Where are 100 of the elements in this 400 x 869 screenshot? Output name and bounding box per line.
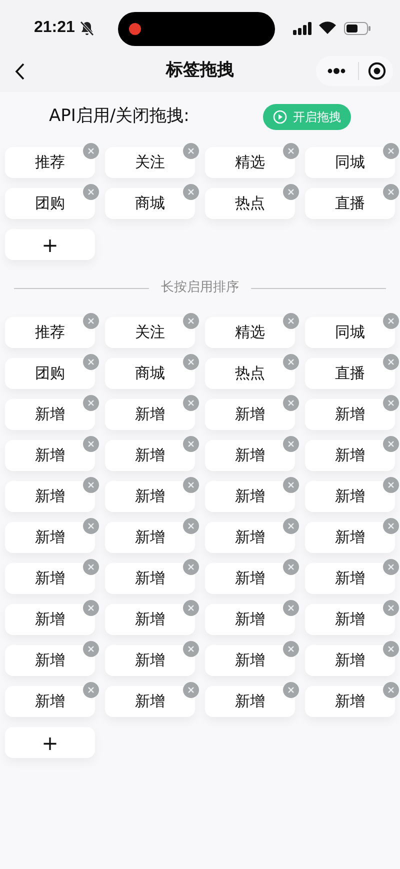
tag-chip[interactable]: 新增 (205, 522, 295, 553)
close-icon[interactable] (383, 600, 399, 616)
tag-chip[interactable]: 新增 (305, 563, 395, 594)
target-icon[interactable] (368, 62, 386, 80)
close-icon[interactable] (83, 600, 99, 616)
close-icon[interactable] (383, 184, 399, 200)
tag-chip[interactable]: 新增 (205, 604, 295, 635)
tag-chip[interactable]: 商城 (105, 188, 195, 219)
tag-chip[interactable]: 新增 (305, 604, 395, 635)
tag-chip[interactable]: 新增 (305, 440, 395, 471)
tag-chip[interactable]: 新增 (105, 686, 195, 717)
tag-chip[interactable]: 新增 (5, 522, 95, 553)
tag-chip[interactable]: 推荐 (5, 317, 95, 348)
tag-chip[interactable]: 新增 (5, 645, 95, 676)
close-icon[interactable] (83, 354, 99, 370)
more-icon[interactable] (327, 68, 346, 74)
tag-chip[interactable]: 新增 (305, 645, 395, 676)
tag-chip[interactable]: 新增 (5, 563, 95, 594)
tag-chip[interactable]: 新增 (105, 563, 195, 594)
close-icon[interactable] (383, 641, 399, 657)
close-icon[interactable] (183, 436, 199, 452)
close-icon[interactable] (383, 477, 399, 493)
tag-chip[interactable]: 团购 (5, 188, 95, 219)
tag-chip[interactable]: 关注 (105, 317, 195, 348)
close-icon[interactable] (183, 313, 199, 329)
close-icon[interactable] (283, 559, 299, 575)
tag-chip[interactable]: 新增 (205, 481, 295, 512)
tag-chip[interactable]: 新增 (305, 686, 395, 717)
close-icon[interactable] (83, 559, 99, 575)
add-tag-button[interactable]: + (5, 727, 95, 758)
tag-chip[interactable]: 新增 (105, 645, 195, 676)
close-icon[interactable] (83, 184, 99, 200)
tag-chip[interactable]: 新增 (5, 481, 95, 512)
tag-chip[interactable]: 新增 (5, 604, 95, 635)
close-icon[interactable] (283, 600, 299, 616)
close-icon[interactable] (283, 184, 299, 200)
close-icon[interactable] (183, 641, 199, 657)
close-icon[interactable] (83, 682, 99, 698)
close-icon[interactable] (283, 641, 299, 657)
close-icon[interactable] (83, 395, 99, 411)
close-icon[interactable] (383, 436, 399, 452)
close-icon[interactable] (183, 184, 199, 200)
tag-chip[interactable]: 新增 (5, 686, 95, 717)
close-icon[interactable] (83, 143, 99, 159)
close-icon[interactable] (183, 354, 199, 370)
tag-chip[interactable]: 新增 (105, 399, 195, 430)
close-icon[interactable] (83, 436, 99, 452)
tag-chip[interactable]: 新增 (305, 399, 395, 430)
close-icon[interactable] (383, 518, 399, 534)
tag-chip[interactable]: 新增 (5, 440, 95, 471)
close-icon[interactable] (183, 600, 199, 616)
tag-chip[interactable]: 新增 (205, 645, 295, 676)
close-icon[interactable] (183, 518, 199, 534)
close-icon[interactable] (383, 559, 399, 575)
back-icon[interactable] (15, 63, 25, 80)
close-icon[interactable] (83, 518, 99, 534)
close-icon[interactable] (183, 682, 199, 698)
tag-chip[interactable]: 精选 (205, 147, 295, 178)
tag-chip[interactable]: 同城 (305, 147, 395, 178)
close-icon[interactable] (383, 313, 399, 329)
close-icon[interactable] (183, 477, 199, 493)
close-icon[interactable] (283, 436, 299, 452)
close-icon[interactable] (83, 641, 99, 657)
tag-chip[interactable]: 同城 (305, 317, 395, 348)
close-icon[interactable] (183, 143, 199, 159)
tag-chip[interactable]: 新增 (205, 399, 295, 430)
tag-chip[interactable]: 新增 (105, 440, 195, 471)
tag-chip[interactable]: 团购 (5, 358, 95, 389)
tag-chip[interactable]: 直播 (305, 188, 395, 219)
close-icon[interactable] (283, 354, 299, 370)
tag-chip[interactable]: 新增 (105, 481, 195, 512)
tag-chip[interactable]: 精选 (205, 317, 295, 348)
close-icon[interactable] (283, 682, 299, 698)
tag-chip[interactable]: 热点 (205, 358, 295, 389)
tag-chip[interactable]: 新增 (205, 563, 295, 594)
close-icon[interactable] (283, 477, 299, 493)
tag-chip[interactable]: 新增 (305, 481, 395, 512)
close-icon[interactable] (283, 518, 299, 534)
close-icon[interactable] (283, 313, 299, 329)
close-icon[interactable] (383, 395, 399, 411)
tag-chip[interactable]: 商城 (105, 358, 195, 389)
tag-chip[interactable]: 热点 (205, 188, 295, 219)
add-tag-button[interactable]: + (5, 229, 95, 260)
tag-chip[interactable]: 直播 (305, 358, 395, 389)
close-icon[interactable] (83, 477, 99, 493)
tag-chip[interactable]: 新增 (105, 604, 195, 635)
tag-chip[interactable]: 新增 (305, 522, 395, 553)
close-icon[interactable] (83, 313, 99, 329)
tag-chip[interactable]: 新增 (5, 399, 95, 430)
tag-chip[interactable]: 新增 (105, 522, 195, 553)
close-icon[interactable] (183, 559, 199, 575)
tag-chip[interactable]: 新增 (205, 440, 295, 471)
close-icon[interactable] (383, 354, 399, 370)
close-icon[interactable] (383, 682, 399, 698)
tag-chip[interactable]: 新增 (205, 686, 295, 717)
close-icon[interactable] (183, 395, 199, 411)
tag-chip[interactable]: 推荐 (5, 147, 95, 178)
tag-chip[interactable]: 关注 (105, 147, 195, 178)
close-icon[interactable] (383, 143, 399, 159)
close-icon[interactable] (283, 143, 299, 159)
